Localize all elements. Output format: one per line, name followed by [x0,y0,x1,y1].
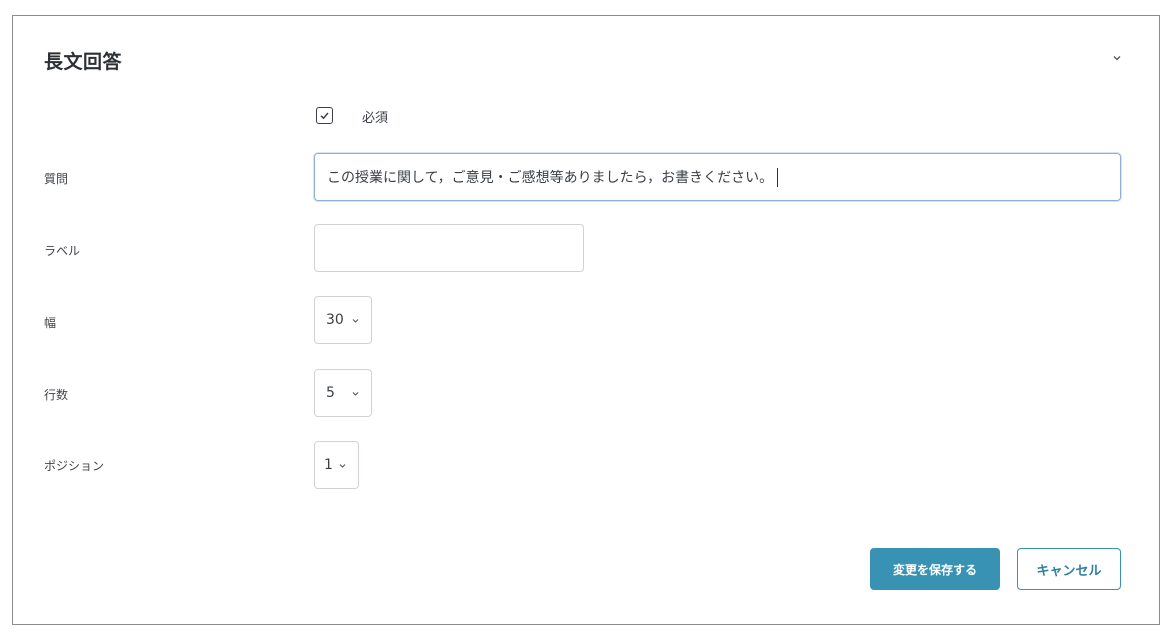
save-changes-button[interactable]: 変更を保存する [870,548,1000,590]
rows-label: 行数 [44,388,69,402]
long-answer-editor-panel: 長文回答 必須 質問 この授業に関して，ご意見・ご感想等ありましたら，お書きくだ… [12,15,1160,625]
label-input[interactable] [314,224,584,272]
width-select[interactable]: 30 [314,296,372,344]
position-select[interactable]: 1 [314,441,359,489]
width-label: 幅 [44,316,57,330]
required-checkbox[interactable] [316,107,333,124]
position-label: ポジション [44,459,105,473]
position-select-value: 1 [324,457,333,473]
cancel-button[interactable]: キャンセル [1017,548,1121,590]
chevron-down-icon[interactable] [1110,51,1124,65]
question-input-value: この授業に関して，ご意見・ご感想等ありましたら，お書きください。 [327,170,774,186]
text-caret [777,167,779,187]
question-label: 質問 [44,172,69,186]
width-select-value: 30 [326,312,344,328]
chevron-down-icon [339,463,346,468]
panel-title: 長文回答 [44,51,123,73]
question-input[interactable]: この授業に関して，ご意見・ご感想等ありましたら，お書きください。 [314,153,1121,201]
rows-select-value: 5 [326,385,335,401]
rows-select[interactable]: 5 [314,369,372,417]
chevron-down-icon [352,391,359,396]
label-field-label: ラベル [44,244,81,258]
required-label: 必須 [362,111,389,126]
checkmark-icon [320,112,329,120]
chevron-down-icon [352,318,359,323]
